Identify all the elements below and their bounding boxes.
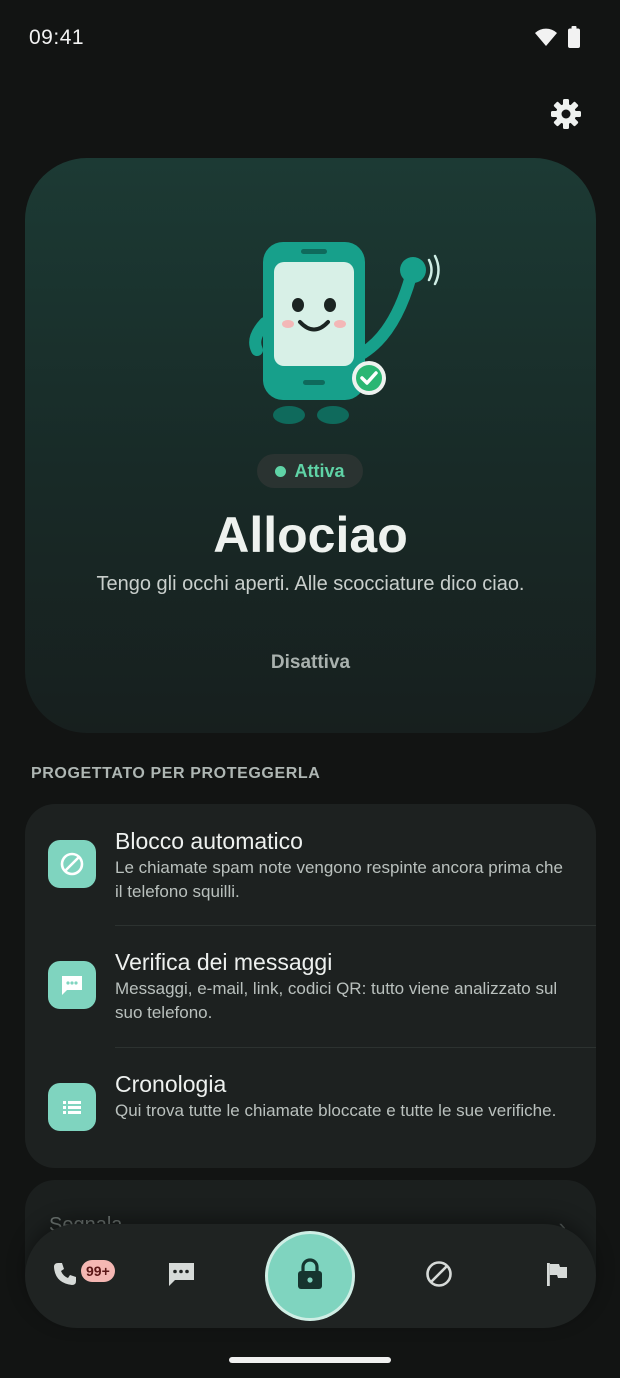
message-icon	[48, 961, 96, 1009]
status-time: 09:41	[29, 26, 85, 49]
battery-icon	[568, 26, 580, 53]
nav-reports[interactable]	[534, 1254, 578, 1298]
nav-calls[interactable]: 99+	[43, 1254, 115, 1298]
app-title: Allociao	[213, 507, 408, 563]
list-icon	[48, 1083, 96, 1131]
feature-description: Qui trova tutte le chiamate bloccate e t…	[115, 1101, 557, 1120]
home-indicator[interactable]	[229, 1357, 391, 1363]
feature-title: Verifica dei messaggi	[115, 949, 333, 975]
block-icon	[48, 840, 96, 888]
status-bar: 09:41	[0, 0, 620, 76]
wifi-icon	[534, 27, 558, 52]
nav-blocked[interactable]	[417, 1254, 461, 1298]
section-heading: PROGETTATO PER PROTEGGERLA	[31, 765, 321, 782]
bottom-navigation: 99+	[25, 1224, 596, 1328]
settings-button[interactable]	[546, 96, 586, 136]
message-icon	[166, 1260, 196, 1293]
nav-messages[interactable]	[159, 1254, 203, 1298]
nav-protection-lock[interactable]	[268, 1234, 352, 1318]
protection-status-card: Attiva Allociao Tengo gli occhi aperti. …	[25, 158, 596, 733]
feature-title: Cronologia	[115, 1071, 227, 1097]
features-card: Blocco automatico Le chiamate spam note …	[25, 804, 596, 1168]
app-tagline: Tengo gli occhi aperti. Alle scocciature…	[96, 573, 525, 595]
feature-message-check[interactable]: Verifica dei messaggi Messaggi, e-mail, …	[25, 925, 596, 1046]
missed-calls-badge: 99+	[81, 1260, 115, 1282]
screen: 09:41 Attiva Allociao Tengo gli occhi ap…	[0, 0, 620, 1378]
status-icons	[534, 26, 580, 53]
status-dot	[275, 465, 287, 477]
feature-auto-block[interactable]: Blocco automatico Le chiamate spam note …	[25, 804, 596, 925]
waving-phone-mascot	[245, 238, 445, 428]
feature-title: Blocco automatico	[115, 828, 303, 854]
feature-description: Messaggi, e-mail, link, codici QR: tutto…	[115, 979, 558, 1022]
phone-icon	[51, 1260, 79, 1293]
feature-history[interactable]: Cronologia Qui trova tutte le chiamate b…	[25, 1047, 596, 1168]
status-badge: Attiva	[257, 454, 363, 488]
feature-description: Le chiamate spam note vengono respinte a…	[115, 858, 563, 901]
deactivate-button[interactable]: Disattiva	[225, 652, 396, 674]
status-badge-label: Attiva	[294, 460, 345, 481]
lock-icon	[295, 1257, 325, 1296]
block-icon	[424, 1259, 454, 1294]
gear-icon	[550, 98, 582, 135]
flag-icon	[543, 1260, 569, 1293]
